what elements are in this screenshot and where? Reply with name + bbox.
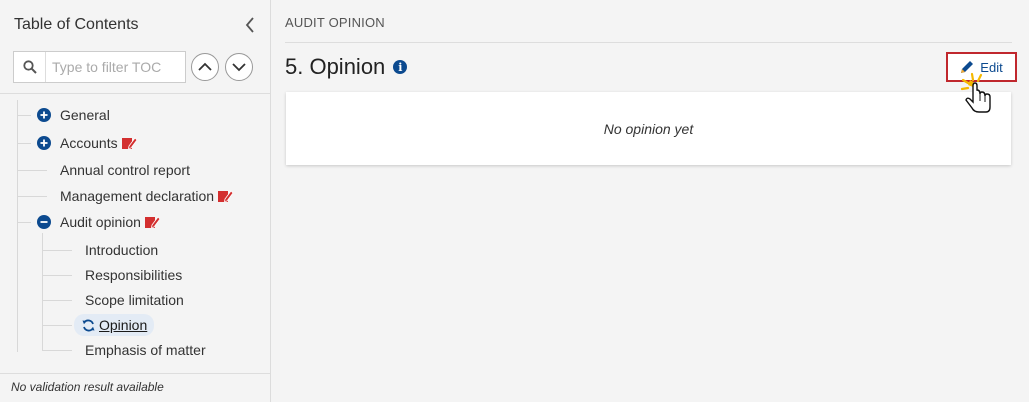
tree-line [17, 143, 31, 144]
expand-plus-icon[interactable] [37, 136, 51, 150]
tree-line [17, 196, 47, 197]
toc-item-label: Opinion [99, 317, 148, 333]
toc-filter-input[interactable] [46, 52, 184, 82]
toc-filter-box [13, 51, 186, 83]
toc-item-scope-limitation[interactable]: Scope limitation [85, 289, 184, 311]
tree-line [17, 222, 31, 223]
tree-line [42, 325, 72, 326]
chevron-down-icon [232, 63, 246, 72]
edit-flag-icon [144, 215, 160, 229]
toc-item-audit-opinion[interactable]: Audit opinion [37, 211, 160, 233]
toc-item-general[interactable]: General [37, 104, 110, 126]
toc-item-accounts[interactable]: Accounts [37, 132, 137, 154]
toc-item-label: Emphasis of matter [85, 342, 206, 358]
toc-divider [0, 93, 270, 94]
page-title: 5. Opinion [285, 54, 386, 79]
toc-item-label: General [60, 107, 110, 123]
toc-item-label: Annual control report [60, 162, 190, 178]
search-icon [14, 52, 46, 82]
toc-item-responsibilities[interactable]: Responsibilities [85, 264, 182, 286]
tree-line [17, 100, 18, 352]
validation-status: No validation result available [11, 380, 164, 394]
tree-line [42, 275, 72, 276]
toc-item-label: Accounts [60, 135, 118, 151]
toc-item-introduction[interactable]: Introduction [85, 239, 158, 261]
expand-plus-icon[interactable] [37, 108, 51, 122]
refresh-icon [82, 319, 95, 332]
toc-item-label: Audit opinion [60, 214, 141, 230]
breadcrumb: AUDIT OPINION [285, 15, 385, 30]
toc-item-label: Introduction [85, 242, 159, 258]
chevron-up-icon [198, 62, 212, 71]
toc-next-button[interactable] [225, 53, 253, 81]
collapse-minus-icon[interactable] [37, 215, 51, 229]
toc-item-label: Scope limitation [85, 292, 184, 308]
tree-line [42, 300, 72, 301]
header-divider [285, 42, 1012, 43]
tree-line [17, 170, 47, 171]
toc-item-management-declaration[interactable]: Management declaration [60, 185, 234, 207]
toc-filter-row [13, 51, 253, 83]
toc-prev-button[interactable] [191, 53, 219, 81]
toc-item-label: Responsibilities [85, 267, 183, 283]
tree-line [42, 250, 72, 251]
tree-line [42, 350, 72, 351]
edit-flag-icon [218, 189, 234, 203]
toc-tree: General Accounts Annual control report M… [0, 100, 270, 370]
toc-item-label: Management declaration [60, 188, 215, 204]
toc-sidebar: Table of Contents Type to filter TOC Gen… [0, 0, 271, 402]
toc-item-annual-control-report[interactable]: Annual control report [60, 159, 190, 181]
toc-item-opinion[interactable]: Opinion [74, 314, 155, 336]
toc-item-selected[interactable]: Opinion [74, 314, 155, 336]
toc-title: Table of Contents [14, 16, 139, 33]
edit-flag-icon [121, 136, 137, 150]
main-content: AUDIT OPINION 5. Opinion i Edit No opini… [271, 0, 1029, 402]
opinion-panel: No opinion yet [286, 92, 1011, 165]
toc-footer-divider [0, 373, 270, 374]
tree-line [17, 115, 31, 116]
empty-state-text: No opinion yet [603, 120, 694, 137]
toc-item-emphasis-of-matter[interactable]: Emphasis of matter [85, 339, 206, 361]
chevron-left-icon[interactable] [241, 16, 259, 34]
section-header: 5. Opinion i [285, 54, 408, 80]
hand-cursor-icon [960, 72, 1001, 114]
toc-header: Table of Contents [14, 14, 259, 36]
info-icon[interactable]: i [393, 60, 408, 74]
